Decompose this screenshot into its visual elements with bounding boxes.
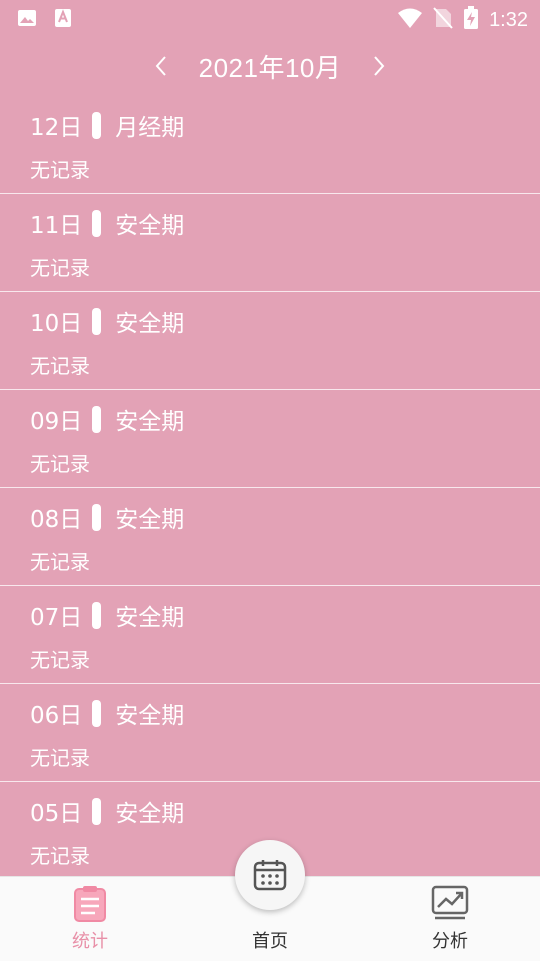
wifi-icon [397, 7, 423, 33]
list-item[interactable]: 11日 安全期 无记录 [0, 194, 540, 292]
home-calendar-button[interactable] [235, 840, 305, 910]
next-month-button[interactable] [359, 46, 399, 86]
phase-label: 安全期 [115, 409, 185, 435]
tab-statistics[interactable]: 统计 [0, 877, 180, 961]
list-item[interactable]: 09日 安全期 无记录 [0, 390, 540, 488]
month-navigation: 2021年10月 [0, 44, 540, 88]
phase-marker [92, 601, 102, 629]
list-item[interactable]: 10日 安全期 无记录 [0, 292, 540, 390]
list-item[interactable]: 06日 安全期 无记录 [0, 684, 540, 782]
chevron-right-icon [374, 56, 385, 76]
phase-label: 安全期 [115, 311, 185, 337]
battery-charging-icon [463, 6, 479, 34]
day-label: 08日 [30, 507, 83, 533]
phase-label: 安全期 [115, 801, 185, 827]
status-time: 1:32 [489, 8, 528, 31]
record-text: 无记录 [30, 746, 90, 770]
phase-label: 安全期 [115, 703, 185, 729]
phase-marker [92, 797, 102, 825]
month-title: 2021年10月 [198, 52, 342, 83]
tab-analysis[interactable]: 分析 [360, 877, 540, 961]
day-label: 10日 [30, 311, 83, 337]
day-list: 12日 月经期 无记录 11日 安全期 无记录 10日 安全期 无记录 09日 … [0, 96, 540, 880]
font-icon [53, 8, 73, 32]
day-label: 11日 [30, 213, 83, 239]
record-text: 无记录 [30, 158, 90, 182]
record-text: 无记录 [30, 648, 90, 672]
image-icon [17, 8, 37, 32]
calendar-icon [253, 860, 287, 891]
phase-marker [92, 405, 102, 433]
list-item[interactable]: 07日 安全期 无记录 [0, 586, 540, 684]
phase-marker [92, 503, 102, 531]
record-text: 无记录 [30, 550, 90, 574]
tab-label: 统计 [72, 931, 108, 952]
no-sim-icon [433, 7, 453, 33]
day-label: 07日 [30, 605, 83, 631]
clipboard-icon [74, 886, 106, 922]
record-text: 无记录 [30, 256, 90, 280]
day-label: 09日 [30, 409, 83, 435]
prev-month-button[interactable] [141, 46, 181, 86]
day-label: 05日 [30, 801, 83, 827]
record-text: 无记录 [30, 354, 90, 378]
list-item[interactable]: 12日 月经期 无记录 [0, 96, 540, 194]
phase-label: 安全期 [115, 605, 185, 631]
phase-label: 安全期 [115, 213, 185, 239]
phase-marker [92, 699, 102, 727]
phase-label: 安全期 [115, 507, 185, 533]
list-item[interactable]: 08日 安全期 无记录 [0, 488, 540, 586]
chevron-left-icon [155, 56, 166, 76]
record-text: 无记录 [30, 452, 90, 476]
tab-label: 首页 [252, 931, 288, 952]
day-label: 12日 [30, 115, 83, 141]
phase-marker [92, 307, 102, 335]
phase-marker [92, 111, 102, 139]
chart-icon [431, 885, 469, 920]
tab-label: 分析 [432, 931, 468, 952]
record-text: 无记录 [30, 844, 90, 868]
day-label: 06日 [30, 703, 83, 729]
phase-marker [92, 209, 102, 237]
status-bar: 1:32 [0, 0, 540, 36]
phase-label: 月经期 [115, 115, 185, 141]
